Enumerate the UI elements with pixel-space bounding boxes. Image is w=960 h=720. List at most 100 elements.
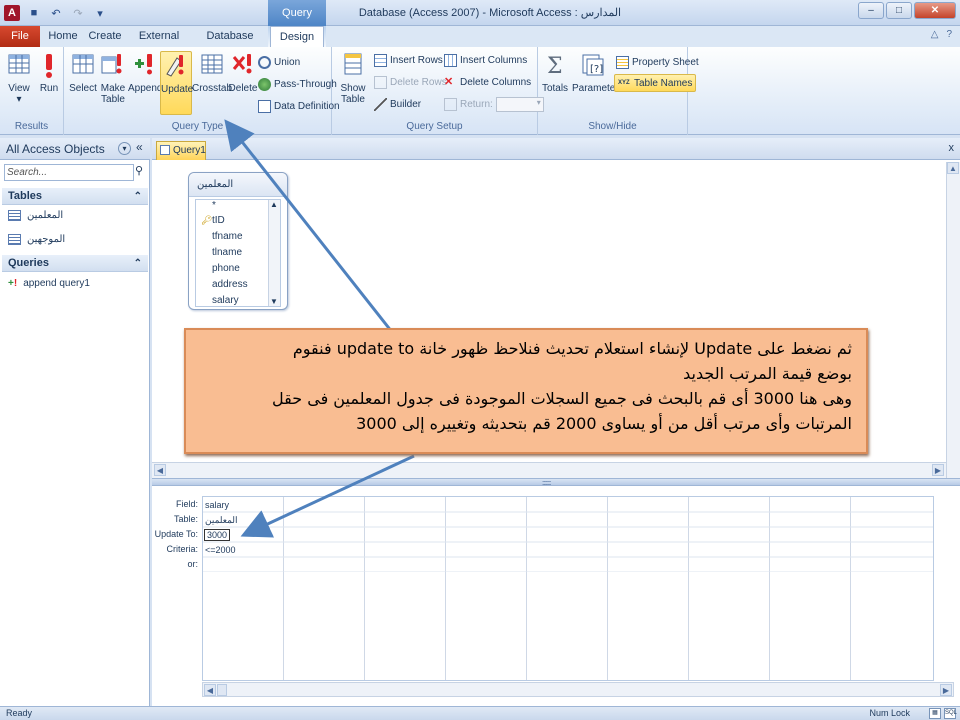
redo-icon[interactable]: ↷: [70, 5, 86, 21]
tab-home[interactable]: Home: [46, 26, 80, 47]
collapse-group-icon[interactable]: ⌃: [134, 188, 142, 205]
sigma-icon: Σ: [547, 54, 563, 79]
field-item[interactable]: tlname: [212, 247, 242, 258]
field-list-title[interactable]: المعلمين: [189, 173, 287, 197]
nav-group-queries[interactable]: Queries ⌃: [2, 255, 148, 272]
nav-item-label: append query1: [23, 277, 90, 289]
collapse-group-icon[interactable]: ⌃: [134, 255, 142, 272]
title-bar: A ■ ↶ ↷ ▾ Query Tools Database (Access 2…: [0, 0, 960, 45]
union-button[interactable]: Union: [258, 53, 300, 71]
insert-columns-button[interactable]: Insert Columns: [444, 51, 527, 69]
group-results: View ▾ Run Results: [0, 47, 64, 135]
field-item[interactable]: *: [212, 200, 216, 211]
datasheet-view-icon[interactable]: ▦: [929, 708, 941, 719]
append-query-button[interactable]: Append: [128, 51, 162, 115]
maximize-button[interactable]: □: [886, 2, 912, 19]
tab-file[interactable]: File: [0, 26, 40, 47]
nav-group-label: Tables: [8, 190, 43, 202]
document-tab-query1[interactable]: Query1: [156, 141, 206, 160]
run-button[interactable]: Run: [32, 51, 66, 115]
insert-rows-icon: [374, 53, 387, 67]
pass-through-label: Pass-Through: [274, 78, 337, 90]
field-item[interactable]: tID: [212, 215, 225, 226]
insert-rows-button[interactable]: Insert Rows: [374, 51, 443, 69]
make-table-button[interactable]: Make Table: [96, 51, 130, 115]
delete-query-icon: [232, 54, 252, 74]
run-label: Run: [39, 83, 59, 94]
nav-pane-header: All Access Objects ▾ «: [0, 138, 150, 160]
nav-menu-dropdown-icon[interactable]: ▾: [118, 142, 131, 155]
property-sheet-button[interactable]: Property Sheet: [616, 53, 699, 71]
scroll-thumb[interactable]: [217, 684, 227, 696]
grid-horizontal-scrollbar[interactable]: ◀ ▶: [202, 682, 954, 697]
customize-qat-icon[interactable]: ▾: [92, 5, 108, 21]
scroll-right-arrow-icon[interactable]: ▶: [932, 464, 944, 476]
update-query-icon: [166, 55, 184, 77]
search-icon[interactable]: ⚲: [135, 164, 143, 177]
scroll-up-arrow-icon[interactable]: ▲: [947, 162, 959, 174]
nav-pane-title[interactable]: All Access Objects: [6, 142, 105, 156]
tab-design[interactable]: Design: [270, 26, 324, 48]
undo-icon[interactable]: ↶: [48, 5, 64, 21]
view-button[interactable]: View ▾: [2, 51, 36, 115]
delete-rows-button[interactable]: Delete Rows: [374, 73, 447, 91]
field-item[interactable]: address: [212, 279, 248, 290]
minimize-ribbon-icon[interactable]: △: [931, 29, 939, 40]
return-combo[interactable]: ▾: [495, 96, 544, 112]
sql-view-icon[interactable]: SQL: [944, 708, 957, 719]
view-dropdown-icon: ▾: [16, 94, 22, 105]
parameters-button[interactable]: [?] Parameters: [572, 51, 624, 115]
delete-rows-icon: [374, 75, 387, 89]
delete-columns-button[interactable]: ✕ Delete Columns: [444, 73, 531, 91]
table-pane-horizontal-scrollbar[interactable]: ◀ ▶: [152, 462, 946, 478]
nav-group-tables[interactable]: Tables ⌃: [2, 188, 148, 205]
tab-external-data[interactable]: External Data: [128, 26, 190, 63]
close-document-icon[interactable]: x: [949, 142, 955, 154]
return-icon: [444, 97, 457, 111]
pass-through-button[interactable]: Pass-Through: [258, 75, 337, 93]
access-app-icon[interactable]: A: [4, 5, 20, 21]
delete-query-button[interactable]: Delete: [226, 51, 260, 115]
totals-button[interactable]: Σ Totals: [540, 51, 570, 115]
select-query-button[interactable]: Select: [66, 51, 100, 115]
show-hide-group-label: Show/Hide: [588, 121, 637, 132]
pane-splitter[interactable]: :::::::::: [152, 478, 960, 487]
annotation-callout: ثم نضغط على Update لإنشاء استعلام تحديث …: [184, 328, 868, 454]
query-design-grid[interactable]: salary المعلمين 3000 <=2000: [202, 496, 934, 681]
nav-item-query[interactable]: +! append query1: [8, 274, 90, 292]
builder-wand-icon: [374, 97, 387, 111]
field-list-teachers[interactable]: المعلمين * 🔑︎ tID tfname tlname phone ad…: [188, 172, 288, 310]
field-list-scrollbar[interactable]: ▲ ▼: [268, 200, 280, 306]
scroll-down-arrow-icon[interactable]: ▼: [270, 297, 278, 306]
scroll-left-arrow-icon[interactable]: ◀: [154, 464, 166, 476]
field-item[interactable]: phone: [212, 263, 240, 274]
globe-icon: [258, 77, 271, 91]
scroll-up-arrow-icon[interactable]: ▲: [270, 200, 278, 209]
collapse-pane-icon[interactable]: «: [136, 140, 143, 154]
table-pane-vertical-scrollbar[interactable]: ▲: [946, 162, 960, 478]
close-button[interactable]: ✕: [914, 2, 956, 19]
delete-rows-label: Delete Rows: [390, 76, 447, 88]
field-item[interactable]: tfname: [212, 231, 243, 242]
grid-row-lines: [203, 511, 933, 572]
scroll-right-arrow-icon[interactable]: ▶: [940, 684, 952, 696]
update-query-button[interactable]: Update: [160, 51, 193, 115]
tab-database-tools[interactable]: Database Tools: [196, 26, 264, 63]
quick-access-toolbar: A ■ ↶ ↷ ▾: [4, 3, 108, 23]
table-names-button[interactable]: XYZ Table Names: [614, 74, 697, 92]
nav-search-input[interactable]: Search...: [4, 164, 134, 181]
show-table-label-2: Table: [341, 94, 365, 105]
scroll-left-arrow-icon[interactable]: ◀: [204, 684, 216, 696]
nav-item-table[interactable]: المعلمين: [8, 206, 63, 224]
save-icon[interactable]: ■: [26, 5, 42, 21]
show-table-button[interactable]: Show Table: [336, 51, 370, 115]
field-item[interactable]: salary: [212, 295, 239, 306]
table-icon: [8, 233, 21, 245]
help-icon[interactable]: ?: [946, 29, 952, 40]
nav-item-table[interactable]: الموجهين: [8, 230, 65, 248]
data-definition-button[interactable]: Data Definition: [258, 97, 340, 115]
tab-create[interactable]: Create: [86, 26, 124, 47]
builder-button[interactable]: Builder: [374, 95, 421, 113]
minimize-button[interactable]: –: [858, 2, 884, 19]
return-control[interactable]: Return: ▾: [444, 95, 544, 113]
